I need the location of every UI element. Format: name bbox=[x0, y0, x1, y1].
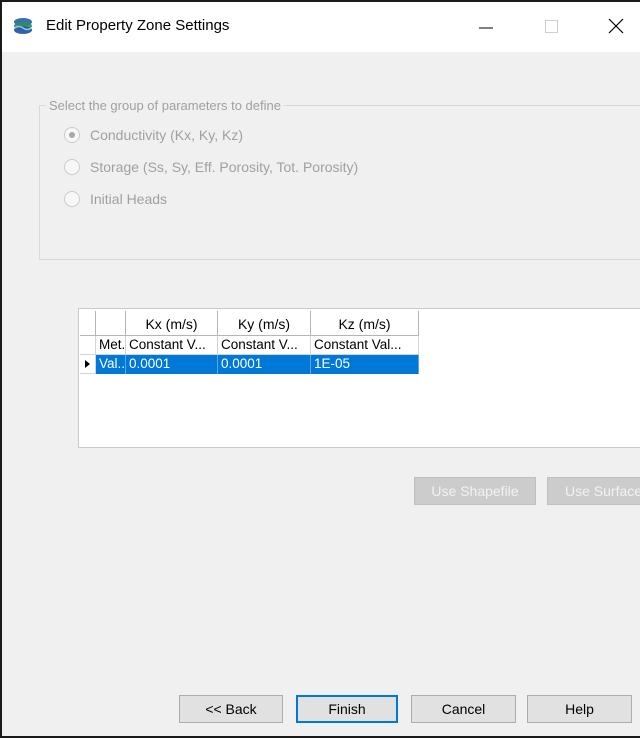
group-legend: Select the group of parameters to define bbox=[46, 98, 284, 113]
dialog-content: Select the group of parameters to define… bbox=[2, 52, 640, 736]
radio-label: Initial Heads bbox=[90, 191, 168, 207]
maximize-button[interactable] bbox=[527, 2, 577, 52]
grid-cell-selected[interactable]: 0.0001 bbox=[218, 355, 311, 374]
radio-button[interactable] bbox=[64, 127, 80, 143]
maximize-icon bbox=[545, 20, 558, 33]
back-button[interactable]: << Back bbox=[179, 695, 283, 723]
radio-button[interactable] bbox=[64, 191, 80, 207]
use-surface-button[interactable]: Use Surface bbox=[547, 477, 640, 505]
grid-cell[interactable]: Met... bbox=[96, 336, 126, 355]
grid-cell-selected[interactable]: 1E-05 bbox=[311, 355, 419, 374]
grid-cell[interactable]: Constant V... bbox=[218, 336, 311, 355]
grid-row-header[interactable] bbox=[80, 355, 96, 374]
grid-column-header bbox=[96, 311, 126, 336]
grid-column-header-kx[interactable]: Kx (m/s) bbox=[126, 311, 218, 336]
dialog-window: Edit Property Zone Settings Select the g… bbox=[0, 0, 640, 738]
grid-row-header[interactable] bbox=[80, 336, 96, 355]
grid-cell-selected[interactable]: Val... bbox=[96, 355, 126, 374]
cancel-button[interactable]: Cancel bbox=[411, 695, 516, 723]
help-button[interactable]: Help bbox=[527, 695, 632, 723]
finish-button[interactable]: Finish bbox=[296, 695, 398, 723]
property-grid[interactable]: Kx (m/s) Ky (m/s) Kz (m/s) Met... Consta… bbox=[78, 308, 640, 448]
window-title: Edit Property Zone Settings bbox=[46, 17, 230, 34]
grid-column-header-ky[interactable]: Ky (m/s) bbox=[218, 311, 311, 336]
grid-cell[interactable]: Constant V... bbox=[126, 336, 218, 355]
grid-corner-header bbox=[80, 311, 96, 336]
minimize-icon bbox=[479, 27, 493, 29]
radio-button[interactable] bbox=[64, 159, 80, 175]
close-icon bbox=[608, 18, 624, 34]
row-arrow-icon bbox=[85, 360, 90, 368]
minimize-button[interactable] bbox=[462, 2, 512, 52]
use-shapefile-button[interactable]: Use Shapefile bbox=[414, 477, 536, 505]
radio-label: Storage (Ss, Sy, Eff. Porosity, Tot. Por… bbox=[90, 159, 359, 175]
close-button[interactable] bbox=[592, 2, 640, 52]
radio-label: Conductivity (Kx, Ky, Kz) bbox=[90, 127, 244, 143]
radio-selected-dot bbox=[69, 132, 75, 138]
grid-cell[interactable]: Constant Val... bbox=[311, 336, 419, 355]
grid-column-header-kz[interactable]: Kz (m/s) bbox=[311, 311, 419, 336]
layers-app-icon bbox=[12, 16, 34, 36]
title-bar[interactable]: Edit Property Zone Settings bbox=[2, 2, 640, 52]
grid-cell-selected[interactable]: 0.0001 bbox=[126, 355, 218, 374]
